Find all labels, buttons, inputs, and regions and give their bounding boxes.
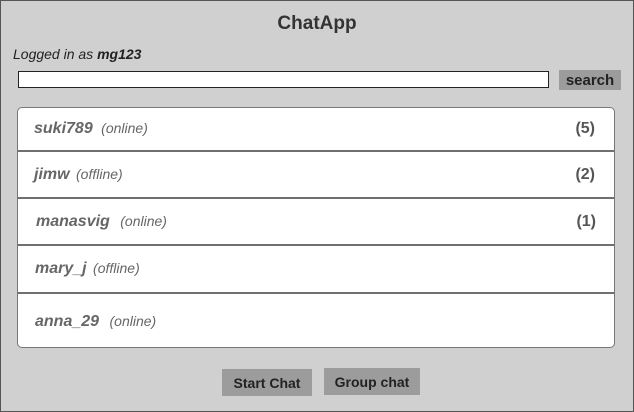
contact-name: manasvig [36, 212, 110, 230]
search-input[interactable] [18, 71, 549, 88]
app-window: ChatApp Logged in as mg123 search suki78… [0, 0, 634, 412]
contact-name: suki789 [34, 120, 93, 137]
contact-status: (online) [101, 120, 148, 136]
group-chat-button[interactable]: Group chat [324, 368, 420, 395]
contact-status: (offline) [76, 165, 123, 182]
contact-list: suki789 (online) (5) jimw (offline) (2) … [17, 107, 615, 348]
logged-in-prefix: Logged in as [13, 46, 98, 62]
start-chat-button[interactable]: Start Chat [222, 369, 312, 396]
unread-count-badge: (2) [575, 165, 595, 183]
unread-count-badge: (5) [575, 120, 595, 137]
unread-count-badge: (1) [576, 212, 596, 230]
contact-status: (offline) [93, 260, 140, 276]
contact-row-mary_j[interactable]: mary_j (offline) [18, 246, 614, 294]
logged-in-status: Logged in as mg123 [13, 46, 141, 62]
contact-row-manasvig[interactable]: manasvig (online) (1) [18, 199, 614, 246]
app-title: ChatApp [277, 13, 357, 34]
username: mg123 [97, 46, 142, 62]
search-button[interactable]: search [559, 70, 621, 90]
contact-row-anna_29[interactable]: anna_29 (online) [18, 294, 614, 347]
contact-status: (online) [120, 212, 167, 229]
contact-name: mary_j [35, 260, 87, 277]
contact-row-jimw[interactable]: jimw (offline) (2) [18, 152, 614, 199]
contact-row-suki789[interactable]: suki789 (online) (5) [18, 108, 614, 152]
contact-status: (online) [109, 312, 157, 329]
contact-name: anna_29 [35, 312, 100, 330]
contact-name: jimw [34, 165, 70, 183]
